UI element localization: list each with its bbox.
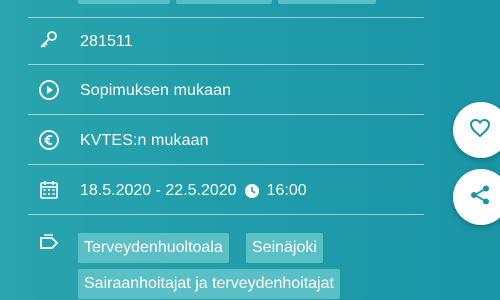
euro-circle-icon — [38, 129, 60, 151]
job-salary: KVTES:n mukaan — [80, 132, 209, 149]
job-duration: Sopimuksen mukaan — [80, 82, 232, 99]
job-id: 281511 — [80, 33, 133, 50]
key-icon — [38, 29, 60, 51]
clock-icon — [244, 184, 259, 198]
play-circle-icon — [38, 79, 60, 101]
favorite-button[interactable] — [453, 102, 500, 158]
share-icon — [469, 184, 491, 211]
tag-chip[interactable]: Terveydenhuoltoala — [78, 233, 229, 263]
divider — [28, 214, 424, 215]
divider — [28, 164, 424, 165]
divider — [28, 64, 424, 65]
partial-tag — [278, 0, 376, 4]
share-button[interactable] — [453, 169, 500, 225]
tag-icon — [38, 232, 60, 254]
job-date-range: 18.5.2020 - 22.5.2020 — [80, 182, 237, 199]
job-schedule: 18.5.2020 - 22.5.2020 16:00 — [80, 181, 307, 201]
tag-chip[interactable]: Seinäjoki — [246, 233, 323, 263]
partial-tag — [176, 0, 272, 4]
partial-tag — [78, 0, 170, 4]
job-time: 16:00 — [266, 182, 307, 199]
tag-chip[interactable]: Sairaanhoitajat ja terveydenhoitajat — [78, 269, 340, 299]
heart-icon — [469, 118, 491, 143]
divider — [28, 114, 424, 115]
calendar-icon — [38, 179, 60, 201]
divider — [28, 17, 424, 18]
